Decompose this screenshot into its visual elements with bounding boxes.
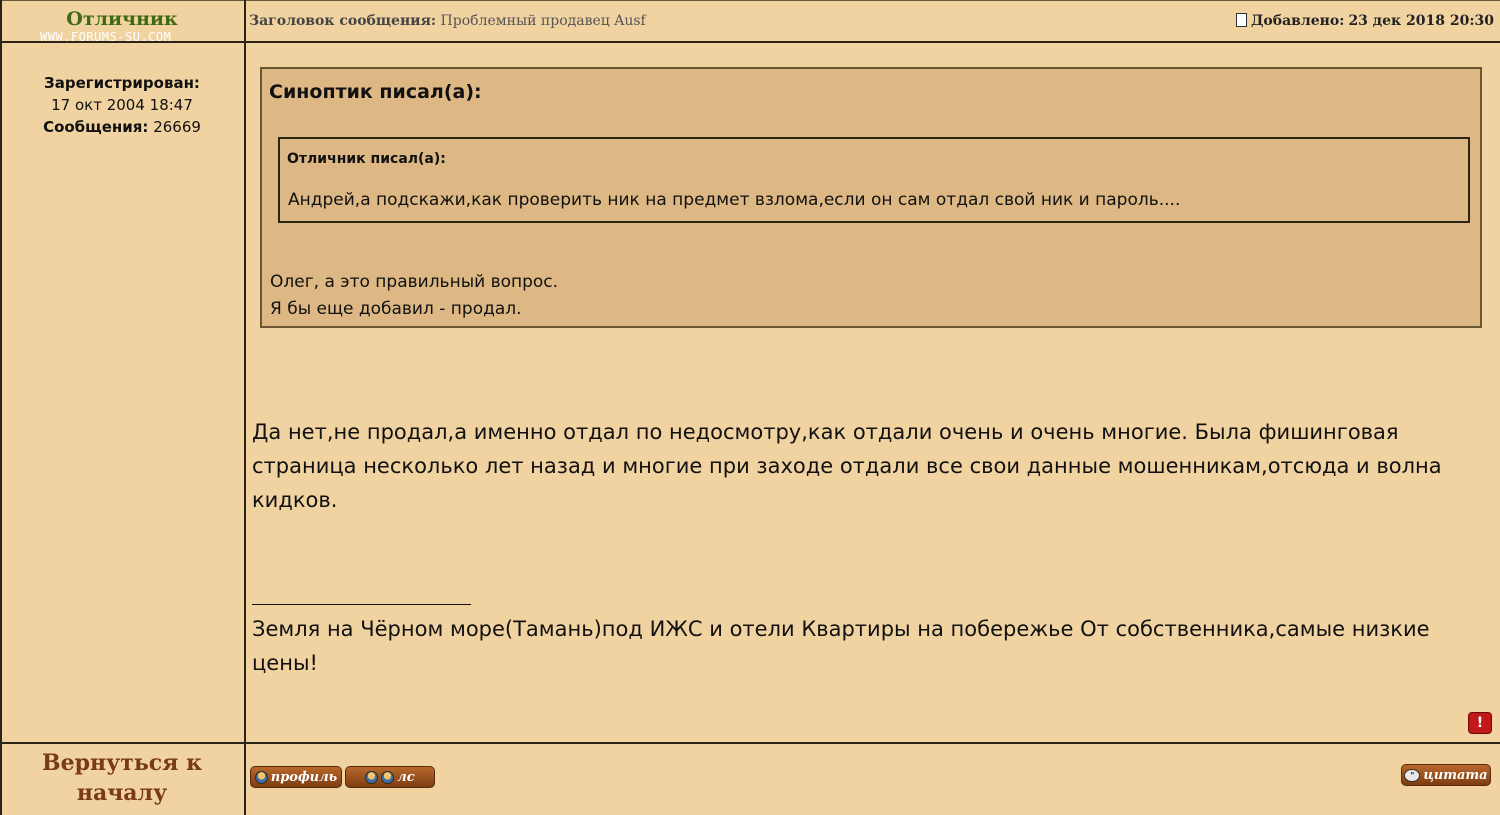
document-icon[interactable] xyxy=(1235,13,1247,27)
quote-reply-line: Олег, а это правильный вопрос. xyxy=(270,272,559,292)
post-subject: Заголовок сообщения: Проблемный продавец… xyxy=(249,13,646,29)
quote-button-label: цитата xyxy=(1423,767,1488,783)
added-value: 23 дек 2018 20:30 xyxy=(1348,13,1494,29)
quote-inner-author: Отличник писал(а): xyxy=(287,151,446,167)
users-icon xyxy=(381,770,395,784)
quote-block-inner: Отличник писал(а): Андрей,а подскажи,как… xyxy=(278,137,1470,223)
private-message-button[interactable]: лс xyxy=(345,766,435,788)
subject-label: Заголовок сообщения: xyxy=(249,13,437,29)
quote-bubble-icon: " xyxy=(1404,768,1421,782)
column-divider xyxy=(244,0,246,815)
added-label: Добавлено: xyxy=(1250,13,1345,29)
profile-button[interactable]: профиль xyxy=(250,766,342,788)
post-date: Добавлено: 23 дек 2018 20:30 xyxy=(1235,13,1494,29)
header-divider xyxy=(0,41,1500,43)
author-info: Зарегистрирован: 17 окт 2004 18:47 Сообщ… xyxy=(0,72,244,138)
pm-button-label: лс xyxy=(397,769,415,785)
exclamation-icon: ! xyxy=(1476,715,1484,731)
post-signature: Земля на Чёрном море(Тамань)под ИЖС и от… xyxy=(252,617,1430,675)
posts-value: 26669 xyxy=(153,118,201,136)
quote-reply-line: Я бы еще добавил - продал. xyxy=(270,299,522,319)
signature-divider xyxy=(252,604,471,605)
registered-value: 17 окт 2004 18:47 xyxy=(51,96,193,114)
back-to-top-link[interactable]: Вернуться к началу xyxy=(0,748,244,808)
post-message: Да нет,не продал,а именно отдал по недос… xyxy=(252,420,1442,512)
posts-label: Сообщения: xyxy=(43,118,149,136)
users-icon xyxy=(365,770,379,784)
quote-outer-text: Олег, а это правильный вопрос. Я бы еще … xyxy=(270,269,558,323)
quote-inner-text: Андрей,а подскажи,как проверить ник на п… xyxy=(288,190,1181,210)
quote-button[interactable]: " цитата xyxy=(1401,764,1491,786)
subject-value: Проблемный продавец Ausf xyxy=(440,13,646,29)
report-button[interactable]: ! xyxy=(1468,712,1492,734)
quote-outer-author: Синоптик писал(а): xyxy=(269,81,482,103)
profile-button-label: профиль xyxy=(270,769,338,785)
author-name[interactable]: Отличник xyxy=(0,8,244,30)
registered-label: Зарегистрирован: xyxy=(44,74,200,92)
user-icon xyxy=(254,770,268,784)
watermark: WWW.FORUMS-SU.COM xyxy=(40,30,172,44)
footer-divider xyxy=(0,742,1500,744)
frame-border-top xyxy=(0,0,1500,1)
quote-block-outer: Синоптик писал(а): Отличник писал(а): Ан… xyxy=(260,67,1482,328)
